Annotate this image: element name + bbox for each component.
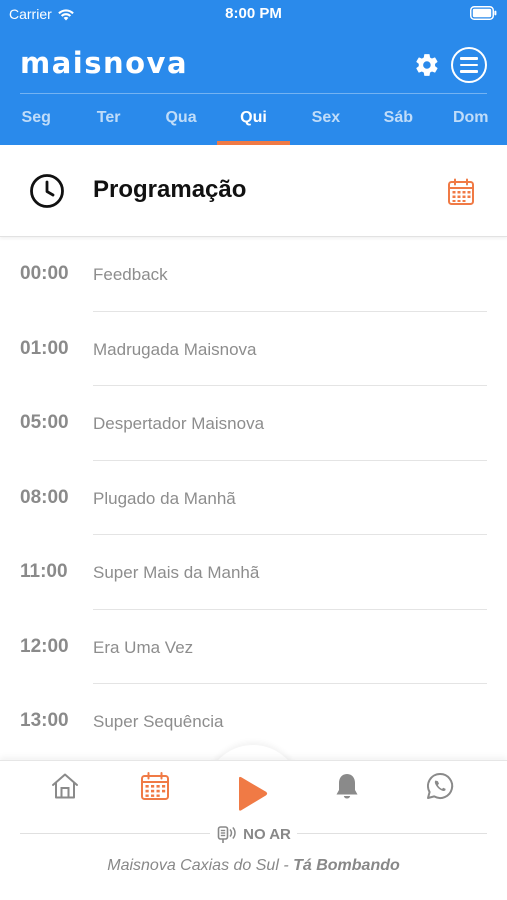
schedule-row[interactable]: 00:00 Feedback — [0, 237, 507, 312]
app-bar: maisnova — [0, 40, 507, 90]
schedule-row[interactable]: 12:00 Era Uma Vez — [0, 610, 507, 684]
tab-day-dom[interactable]: Dom — [435, 100, 507, 145]
schedule-time: 00:00 — [20, 263, 69, 284]
player-bar: NO AR Maisnova Caxias do Sul - Tá Bomban… — [0, 760, 507, 900]
home-icon[interactable] — [50, 771, 80, 801]
app-header: Carrier 8:00 PM maisnova Seg Ter Qua Qui… — [0, 0, 507, 145]
section-header: Programação — [0, 145, 507, 237]
tab-day-seg[interactable]: Seg — [0, 100, 72, 145]
schedule-program: Era Uma Vez — [93, 637, 194, 657]
page-title: Programação — [93, 176, 247, 203]
play-icon[interactable] — [235, 775, 269, 813]
app-logo: maisnova — [20, 46, 189, 80]
bell-icon[interactable] — [332, 771, 362, 801]
tab-day-qua[interactable]: Qua — [145, 100, 217, 145]
header-divider — [20, 93, 487, 94]
schedule-row[interactable]: 05:00 Despertador Maisnova — [0, 386, 507, 461]
schedule-time: 01:00 — [20, 337, 69, 359]
schedule-row[interactable]: 01:00 Madrugada Maisnova — [0, 312, 507, 386]
on-air-label: NO AR — [243, 825, 291, 843]
tab-day-sex[interactable]: Sex — [290, 100, 362, 145]
tab-day-ter[interactable]: Ter — [72, 100, 144, 145]
schedule-program: Super Sequência — [93, 712, 224, 731]
status-time: 8:00 PM — [225, 5, 282, 22]
schedule-program: Feedback — [93, 265, 168, 284]
schedule-program: Super Mais da Manhã — [93, 563, 260, 582]
now-playing: Maisnova Caxias do Sul - Tá Bombando — [0, 857, 507, 875]
on-air-indicator: NO AR — [0, 824, 507, 844]
schedule-time: 05:00 — [20, 412, 69, 433]
schedule-list: 00:00 Feedback 01:00 Madrugada Maisnova … — [0, 237, 507, 757]
schedule-row[interactable]: 11:00 Super Mais da Manhã — [0, 535, 507, 610]
calendar-icon[interactable] — [140, 771, 170, 801]
tab-day-qui[interactable]: Qui — [217, 100, 291, 145]
status-bar: Carrier 8:00 PM — [0, 0, 507, 28]
menu-button[interactable] — [451, 47, 487, 83]
menu-icon-bar — [460, 57, 478, 60]
battery-icon — [470, 6, 497, 20]
whatsapp-icon[interactable] — [425, 771, 455, 801]
station-name: Maisnova Caxias do Sul - — [107, 857, 294, 874]
calendar-icon[interactable] — [447, 178, 475, 206]
schedule-program: Despertador Maisnova — [93, 414, 265, 433]
schedule-program: Madrugada Maisnova — [93, 339, 257, 359]
schedule-program: Plugado da Manhã — [93, 488, 236, 508]
day-tabs: Seg Ter Qua Qui Sex Sáb Dom — [0, 100, 507, 145]
broadcast-icon — [217, 826, 236, 843]
current-program: Tá Bombando — [293, 857, 400, 874]
schedule-row[interactable]: 08:00 Plugado da Manhã — [0, 461, 507, 535]
menu-icon-bar — [460, 70, 478, 73]
menu-icon-bar — [460, 63, 478, 67]
schedule-time: 12:00 — [20, 635, 69, 657]
schedule-time: 08:00 — [20, 486, 69, 508]
tab-day-sab[interactable]: Sáb — [362, 100, 434, 145]
schedule-time: 13:00 — [20, 710, 69, 731]
clock-icon — [30, 174, 64, 208]
schedule-time: 11:00 — [20, 561, 68, 582]
gear-icon[interactable] — [414, 52, 440, 78]
